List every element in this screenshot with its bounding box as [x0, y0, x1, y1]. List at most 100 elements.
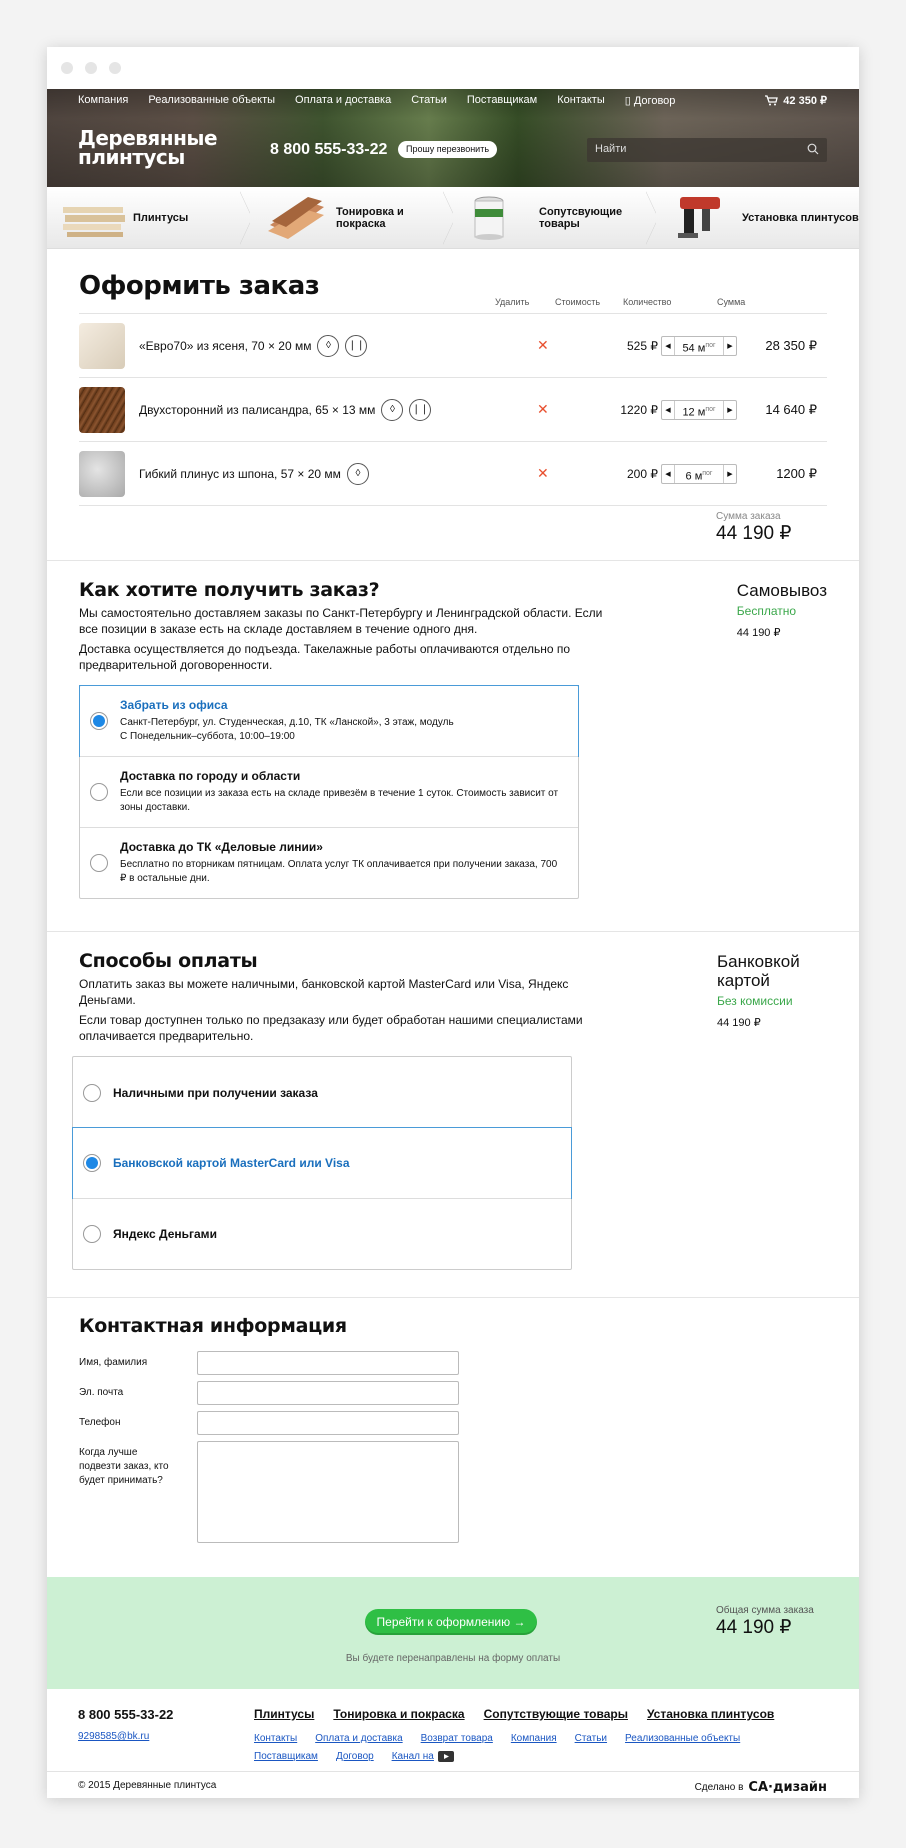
category-toning[interactable]: Тонировка и покраска	[250, 187, 453, 249]
payment-option-card[interactable]: Банковской картой MasterCard или Visa	[72, 1127, 572, 1199]
footer-link[interactable]: Поставщикам	[254, 1751, 318, 1762]
decrement-icon[interactable]: ◀	[662, 342, 674, 350]
quantity-value[interactable]: 12 мпог	[674, 400, 724, 419]
delete-icon[interactable]: ✕	[537, 337, 549, 354]
contact-section: Контактная информация Имя, фамилия Эл. п…	[47, 1315, 859, 1549]
quantity-value[interactable]: 6 мпог	[674, 464, 724, 483]
product-image	[79, 322, 125, 369]
form-row: Эл. почта	[79, 1381, 827, 1405]
payment-option-yandex[interactable]: Яндекс Деньгами	[73, 1198, 571, 1269]
quantity-stepper[interactable]: ◀ 54 мпог ▶	[661, 335, 737, 356]
checkout-button[interactable]: Перейти к оформлению →	[365, 1609, 537, 1635]
footer-link[interactable]: Сопутствующие товары	[484, 1707, 628, 1721]
option-desc: Если все позиции из заказа есть на склад…	[120, 788, 559, 813]
delivery-option-city[interactable]: Доставка по городу и области Если все поз…	[80, 756, 578, 827]
category-plinths[interactable]: Плинтусы	[47, 187, 250, 249]
cart-icon	[765, 95, 779, 106]
decrement-icon[interactable]: ◀	[662, 406, 674, 414]
comment-field[interactable]	[197, 1441, 459, 1543]
comment-label: Когда лучше подвезти заказ, кто будет пр…	[79, 1447, 169, 1486]
product-name[interactable]: Гибкий плинус из шпона, 57 × 20 мм	[139, 467, 341, 481]
cart-button[interactable]: 42 350 ₽	[765, 94, 827, 107]
delivery-summary-sum: 44 190 ₽	[736, 627, 781, 639]
quantity-stepper[interactable]: ◀ 6 мпог ▶	[661, 463, 737, 484]
increment-icon[interactable]: ▶	[724, 470, 736, 478]
category-accessories[interactable]: Сопутсвующие товары	[453, 187, 656, 249]
search-icon[interactable]	[807, 143, 819, 155]
footer-link[interactable]: Контакты	[254, 1733, 297, 1744]
col-delete: Удалить	[495, 297, 530, 307]
footer-link[interactable]: Установка плинтусов	[647, 1707, 774, 1721]
payment-summary-title: Банковкой картой	[717, 952, 800, 990]
delivery-option-office[interactable]: Забрать из офиса Санкт-Петербург, ул. Сту…	[79, 685, 579, 757]
product-name[interactable]: «Евро70» из ясеня, 70 × 20 мм	[139, 339, 311, 353]
decrement-icon[interactable]: ◀	[662, 470, 674, 478]
window-dot[interactable]	[85, 62, 97, 74]
cart-row: Гибкий плинус из шпона, 57 × 20 мм ◊ ✕ 2…	[79, 441, 827, 505]
site-footer: 8 800 555-33-22 9298585@bk.ru Плинтусы Т…	[47, 1689, 859, 1798]
footer-link[interactable]: Компания	[511, 1733, 557, 1744]
nav-contacts[interactable]: Контакты	[557, 94, 605, 110]
radio[interactable]	[83, 1083, 101, 1102]
footer-links: Контакты Оплата и доставка Возврат товар…	[254, 1733, 740, 1744]
contact-form: Имя, фамилия Эл. почта Телефон Когда луч…	[79, 1351, 827, 1543]
col-price: Стоимость	[555, 297, 601, 307]
callback-button[interactable]: Прошу перезвонить	[398, 141, 498, 158]
copyright-bar: © 2015 Деревянные плинтуса Сделано в СА·д…	[47, 1771, 859, 1798]
footer-email[interactable]: 9298585@bk.ru	[78, 1731, 149, 1742]
delete-icon[interactable]: ✕	[537, 401, 549, 418]
radio[interactable]	[90, 783, 108, 801]
nav-contract[interactable]: ▯ Договор	[625, 94, 676, 110]
email-label: Эл. почта	[79, 1387, 124, 1398]
quantity-stepper[interactable]: ◀ 12 мпог ▶	[661, 399, 737, 420]
copyright: © 2015 Деревянные плинтуса	[78, 1780, 217, 1791]
made-by[interactable]: Сделано в СА·дизайн	[695, 1780, 827, 1795]
increment-icon[interactable]: ▶	[724, 406, 736, 414]
payment-options: Наличными при получении заказа Банковско…	[72, 1056, 572, 1270]
category-label: Установка плинтусов	[742, 211, 859, 224]
nav-company[interactable]: Компания	[78, 94, 128, 110]
nav-projects[interactable]: Реализованные объекты	[148, 94, 275, 110]
cart-row: Двухсторонний из палисандра, 65 × 13 мм …	[79, 377, 827, 441]
nav-payment-delivery[interactable]: Оплата и доставка	[295, 94, 391, 110]
top-nav: Компания Реализованные объекты Оплата и …	[78, 94, 675, 110]
search-input[interactable]: Найти	[587, 138, 827, 162]
radio-selected[interactable]	[90, 712, 108, 730]
email-field[interactable]	[197, 1381, 459, 1405]
footer-link[interactable]: Оплата и доставка	[315, 1733, 402, 1744]
delivery-option-tk[interactable]: Доставка до ТК «Деловые линии» Бесплатно …	[80, 827, 578, 898]
footer-phone[interactable]: 8 800 555-33-22	[78, 1707, 173, 1722]
category-installation[interactable]: Установка плинтусов	[656, 187, 859, 248]
site-logo[interactable]: Деревянные плинтусы	[78, 128, 218, 167]
footer-link[interactable]: Тонировка и покраска	[333, 1707, 464, 1721]
payment-summary: Банковкой картой Без комиссии 44 190 ₽	[717, 952, 827, 1033]
quantity-value[interactable]: 54 мпог	[674, 336, 724, 355]
footer-link[interactable]: Реализованные объекты	[625, 1733, 740, 1744]
nav-articles[interactable]: Статьи	[411, 94, 447, 110]
order-total: Сумма заказа 44 190 ₽	[716, 511, 791, 545]
increment-icon[interactable]: ▶	[724, 342, 736, 350]
phone-field[interactable]	[197, 1411, 459, 1435]
payment-option-cash[interactable]: Наличными при получении заказа	[73, 1057, 571, 1128]
radio[interactable]	[90, 854, 108, 872]
payment-title: Способы оплаты	[79, 950, 258, 972]
product-name[interactable]: Двухсторонний из палисандра, 65 × 13 мм	[139, 403, 375, 417]
option-title: Яндекс Деньгами	[113, 1227, 217, 1241]
grand-total-label: Общая сумма заказа	[716, 1605, 814, 1616]
radio[interactable]	[83, 1225, 101, 1243]
window-dot[interactable]	[109, 62, 121, 74]
nav-suppliers[interactable]: Поставщикам	[467, 94, 537, 110]
name-field[interactable]	[197, 1351, 459, 1375]
category-label: Плинтусы	[133, 211, 189, 224]
footer-link[interactable]: Канал на	[392, 1751, 454, 1762]
radio-selected[interactable]	[83, 1154, 101, 1172]
delete-icon[interactable]: ✕	[537, 465, 549, 482]
footer-main-links: Плинтусы Тонировка и покраска Сопутствую…	[254, 1707, 774, 1721]
footer-link[interactable]: Плинтусы	[254, 1707, 314, 1721]
window-dot[interactable]	[61, 62, 73, 74]
footer-link[interactable]: Договор	[336, 1751, 374, 1762]
footer-link[interactable]: Возврат товара	[421, 1733, 493, 1744]
footer-link[interactable]: Статьи	[575, 1733, 607, 1744]
header-phone[interactable]: 8 800 555-33-22	[270, 141, 387, 159]
window-titlebar	[47, 47, 859, 89]
